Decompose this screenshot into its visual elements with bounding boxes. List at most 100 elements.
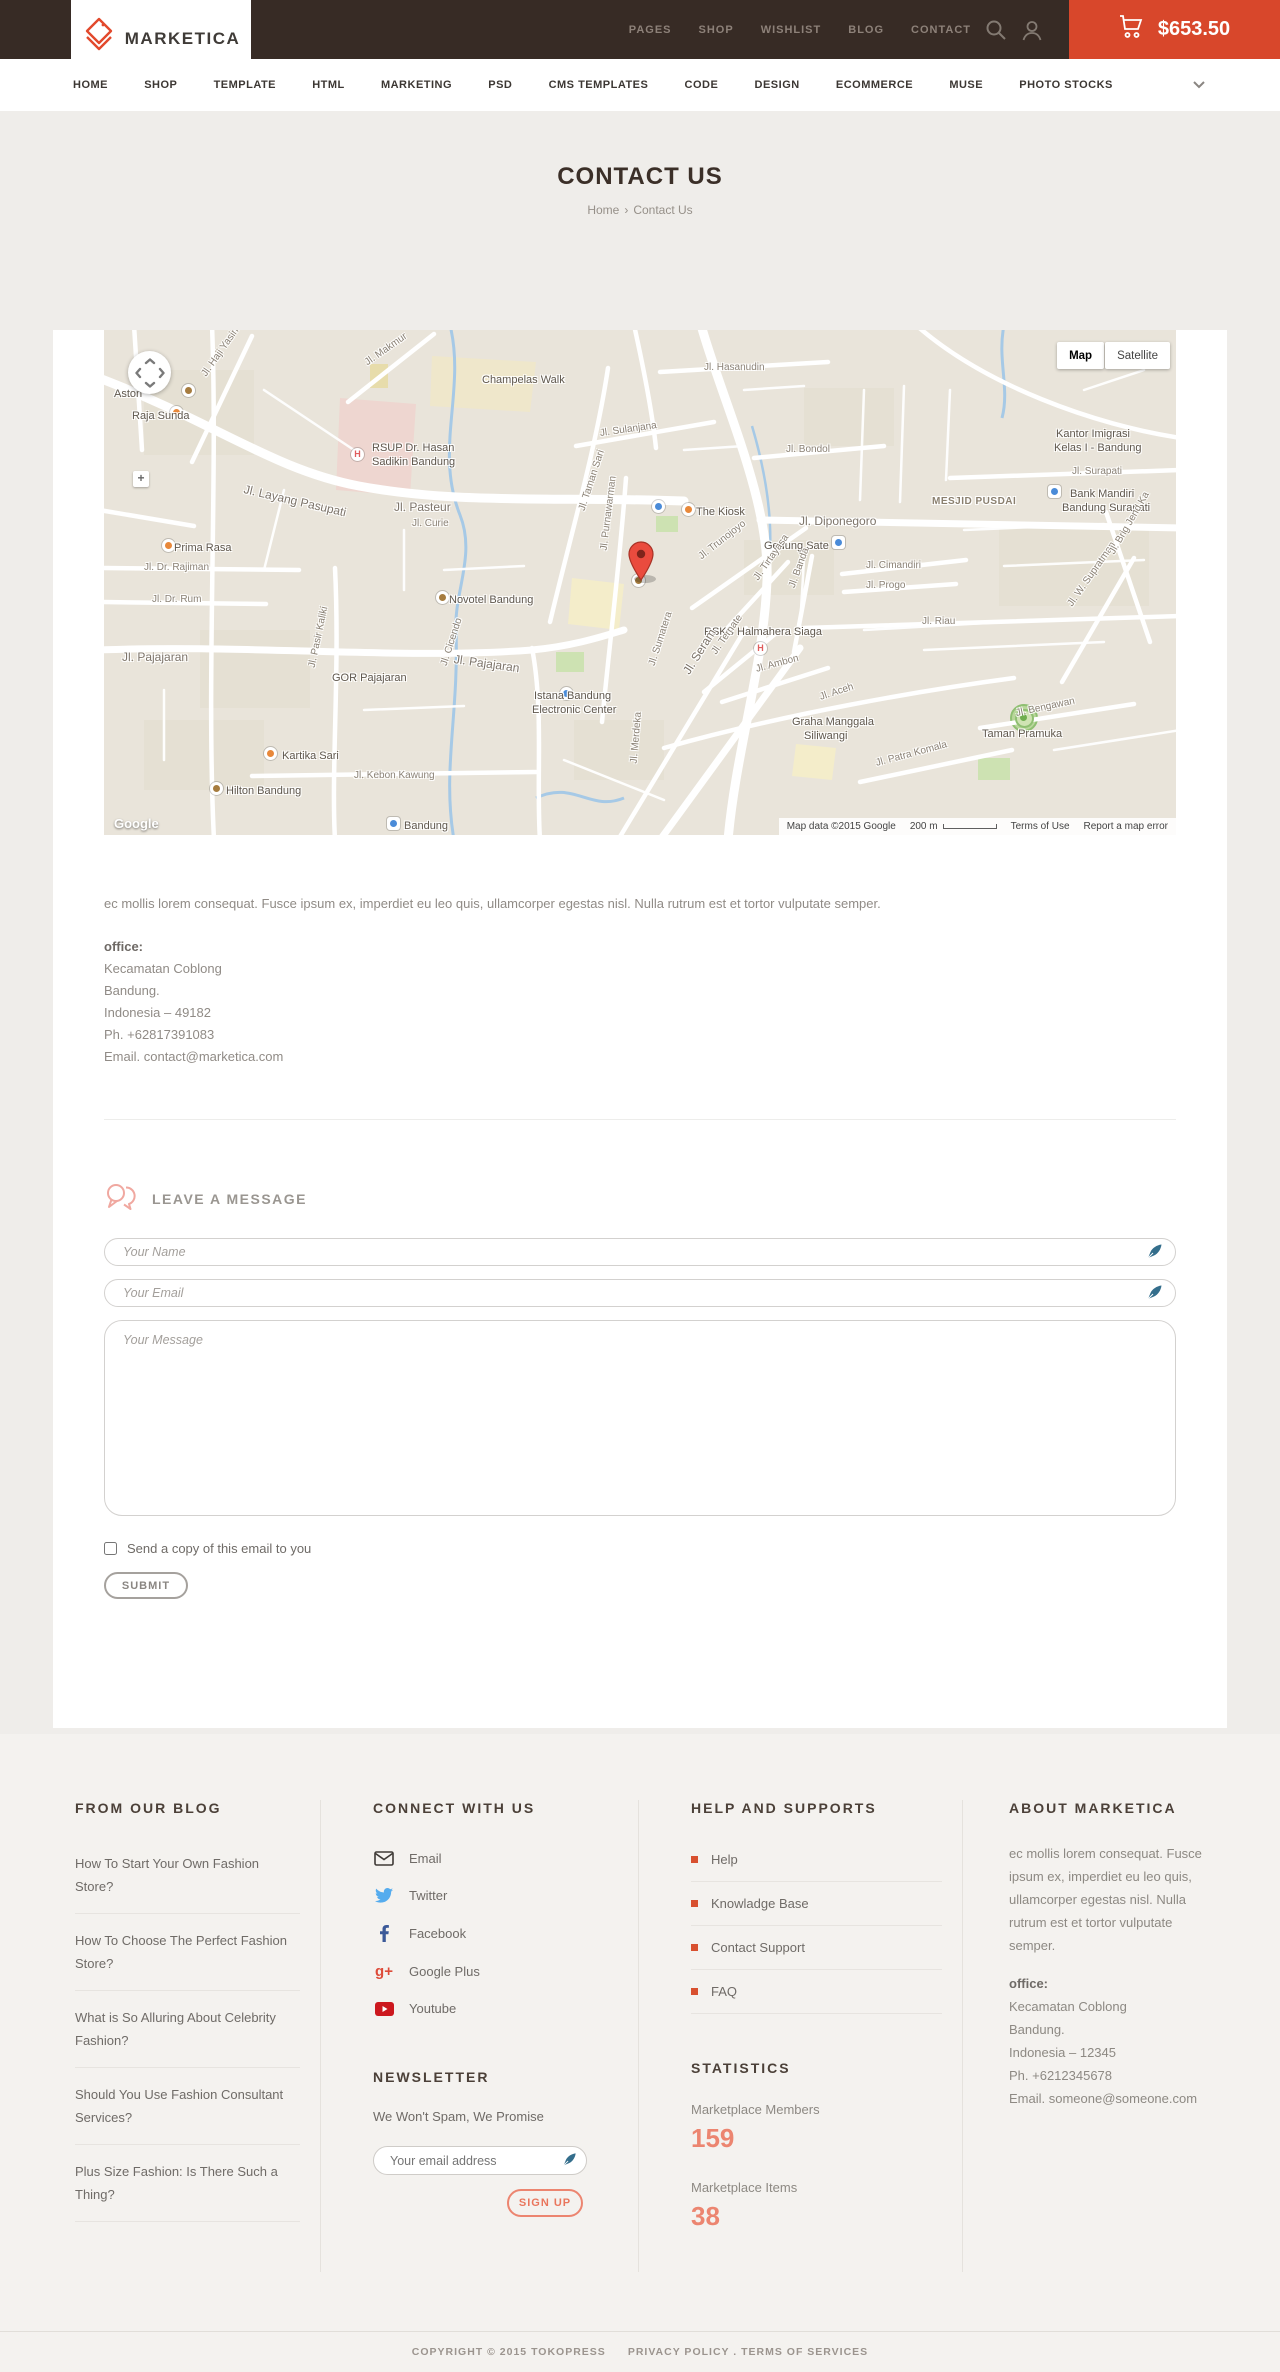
help-list-item[interactable]: Help — [691, 1838, 942, 1882]
chevron-down-icon[interactable] — [1193, 81, 1205, 89]
map-type-map-button[interactable]: Map — [1057, 342, 1105, 369]
signup-button[interactable]: SIGN UP — [507, 2189, 583, 2217]
map-label: Jl. Banda — [786, 546, 812, 590]
send-copy-checkbox[interactable] — [104, 1542, 117, 1555]
name-input[interactable] — [104, 1238, 1176, 1266]
map-scale-label: 200 m — [909, 821, 938, 832]
help-list-item[interactable]: FAQ — [691, 1970, 942, 2014]
office-label: office: — [104, 939, 143, 954]
map-type-satellite-button[interactable]: Satellite — [1105, 342, 1170, 369]
category-nav-item[interactable]: PSD — [488, 79, 512, 91]
blog-link[interactable]: How To Choose The Perfect Fashion Store? — [75, 1933, 287, 1971]
social-list-item[interactable]: Email — [373, 1840, 618, 1877]
copyright-bar: COPYRIGHT © 2015 TOKOPRESS PRIVACY POLIC… — [0, 2331, 1280, 2372]
tag-logo-icon — [82, 16, 116, 61]
map-label: Kartika Sari — [282, 750, 339, 762]
map-type-controls: Map Satellite — [1057, 342, 1170, 369]
social-list-item[interactable]: Youtube — [373, 1990, 618, 2027]
category-nav-item[interactable]: MUSE — [949, 79, 983, 91]
footer-about-column: ABOUT MARKETICA ec mollis lorem consequa… — [962, 1800, 1227, 2272]
search-icon[interactable] — [985, 19, 1007, 41]
category-nav-item[interactable]: HTML — [312, 79, 345, 91]
youtube-icon — [373, 2001, 395, 2016]
contact-intro-text: ec mollis lorem consequat. Fusce ipsum e… — [104, 896, 881, 911]
footer-connect-heading: CONNECT WITH US — [373, 1800, 536, 1816]
restaurant-poi-icon — [682, 503, 695, 516]
category-nav-item[interactable]: PHOTO STOCKS — [1019, 79, 1113, 91]
header-nav-item[interactable]: WISHLIST — [761, 24, 822, 36]
map-label: Siliwangi — [804, 730, 848, 742]
help-link[interactable]: Knowladge Base — [711, 1896, 809, 1911]
category-nav-item[interactable]: MARKETING — [381, 79, 452, 91]
bank-poi-icon — [1048, 485, 1061, 498]
help-link[interactable]: Help — [711, 1852, 738, 1867]
terms-of-use-link[interactable]: Terms of Use — [1011, 821, 1070, 832]
map-label: Jl. Brig Jend Ka — [1107, 490, 1152, 557]
copyright-dot: . — [733, 2346, 738, 2358]
send-copy-label: Send a copy of this email to you — [127, 1541, 312, 1556]
social-list-item[interactable]: g+ Google Plus — [373, 1953, 618, 1990]
header-nav-item[interactable]: BLOG — [848, 24, 884, 36]
newsletter-email-input[interactable] — [373, 2146, 587, 2175]
social-list-item[interactable]: Facebook — [373, 1914, 618, 1953]
blog-link[interactable]: Should You Use Fashion Consultant Servic… — [75, 2087, 283, 2125]
brand-name: MARKETICA — [124, 28, 241, 48]
submit-button[interactable]: SUBMIT — [104, 1572, 188, 1599]
category-nav-item[interactable]: TEMPLATE — [214, 79, 276, 91]
help-link[interactable]: FAQ — [711, 1984, 737, 1999]
blog-link[interactable]: Plus Size Fashion: Is There Such a Thing… — [75, 2164, 278, 2202]
report-map-error-link[interactable]: Report a map error — [1084, 821, 1168, 832]
category-nav-item[interactable]: SHOP — [144, 79, 177, 91]
map-label: Jl. Makmur — [362, 330, 410, 369]
help-list-item[interactable]: Knowladge Base — [691, 1882, 942, 1926]
map-marker-pin[interactable] — [628, 541, 654, 586]
logo[interactable]: MARKETICA — [71, 0, 251, 77]
office-line: Ph. +62817391083 — [104, 1027, 215, 1042]
category-nav-item[interactable]: DESIGN — [755, 79, 800, 91]
breadcrumb-home-link[interactable]: Home — [587, 203, 619, 217]
message-textarea[interactable] — [104, 1320, 1176, 1516]
chat-bubbles-icon — [104, 1183, 136, 1215]
map-attribution: Map data ©2015 Google 200 m Terms of Use… — [778, 818, 1176, 835]
map-label: Jl. Progo — [866, 580, 906, 591]
social-list-item[interactable]: Twitter — [373, 1877, 618, 1914]
header-nav-item[interactable]: PAGES — [629, 24, 672, 36]
privacy-policy-link[interactable]: PRIVACY POLICY — [628, 2346, 730, 2358]
office-line: Email. contact@marketica.com — [104, 1049, 284, 1064]
google-logo[interactable]: Google — [114, 816, 159, 831]
map-label: Sadikin Bandung — [372, 456, 456, 468]
map-pan-control[interactable] — [128, 351, 171, 394]
category-nav-item[interactable]: ECOMMERCE — [836, 79, 913, 91]
train-poi-icon — [387, 817, 400, 830]
google-map[interactable]: Aston Raja Sunda Jl. Haji Yasin Jl. Makmur R… — [104, 330, 1176, 835]
cart-button[interactable]: $653.50 — [1069, 0, 1280, 59]
header-nav-item[interactable]: SHOP — [699, 24, 734, 36]
blog-link[interactable]: What is So Alluring About Celebrity Fash… — [75, 2010, 276, 2048]
help-list-item[interactable]: Contact Support — [691, 1926, 942, 1970]
map-label: Graha Manggala — [792, 716, 874, 728]
user-account-icon[interactable] — [1021, 19, 1043, 41]
map-data-credit: Map data ©2015 Google — [786, 821, 896, 832]
map-label: Jl. Dr. Rum — [152, 594, 202, 605]
office-line: Kecamatan Coblong — [104, 961, 222, 976]
category-nav-item[interactable]: HOME — [73, 79, 108, 91]
terms-of-services-link[interactable]: TERMS OF SERVICES — [741, 2346, 868, 2358]
help-link[interactable]: Contact Support — [711, 1940, 805, 1955]
square-bullet-icon — [691, 1900, 698, 1907]
social-label: Google Plus — [409, 1964, 480, 1979]
office-info: office: Kecamatan Coblong Bandung. Indones… — [104, 936, 1176, 1068]
facebook-icon — [373, 1925, 395, 1942]
map-label: Jl. Trunojoyo — [696, 518, 749, 562]
footer: FROM OUR BLOG How To Start Your Own Fash… — [0, 1734, 1280, 2331]
category-nav-item[interactable]: CODE — [685, 79, 719, 91]
header-nav-item[interactable]: CONTACT — [911, 24, 971, 36]
map-label: Jl. Purnawarman — [598, 475, 619, 552]
map-label: Jl. Ambon — [754, 652, 800, 675]
leave-message-section: LEAVE A MESSAGE Send a copy of this emai… — [104, 1120, 1176, 1599]
map-zoom-in-button[interactable]: + — [133, 471, 149, 487]
social-list: Email Twitter Facebook g+ Google Plus Youtube — [373, 1840, 618, 2027]
blog-link[interactable]: How To Start Your Own Fashion Store? — [75, 1856, 259, 1894]
category-nav-item[interactable]: CMS TEMPLATES — [549, 79, 649, 91]
email-input[interactable] — [104, 1279, 1176, 1307]
map-label: The Kiosk — [696, 506, 745, 518]
